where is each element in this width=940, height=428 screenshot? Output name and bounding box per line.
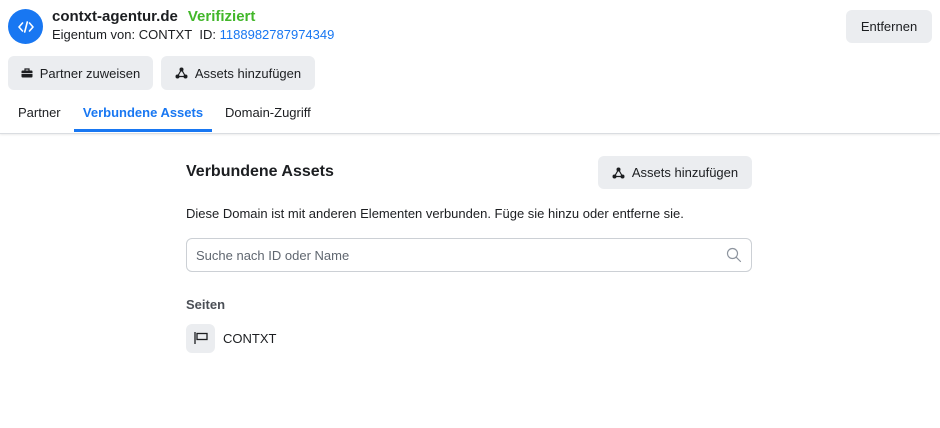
add-assets-label: Assets hinzufügen xyxy=(631,165,739,180)
domain-name: contxt-agentur.de xyxy=(52,8,178,25)
assets-icon xyxy=(175,67,188,79)
add-assets-label-header: Assets hinzufügen xyxy=(194,65,302,81)
add-assets-button-header[interactable]: Assets hinzufügen xyxy=(161,56,315,90)
verified-status: Verifiziert xyxy=(187,8,256,25)
tab-connected-assets[interactable]: Verbundene Assets xyxy=(74,96,212,132)
owner-info: Eigentum von: CONTXT ID: 118898278797434… xyxy=(52,27,334,42)
code-icon xyxy=(8,9,43,44)
section-description: Diese Domain ist mit anderen Elementen v… xyxy=(186,206,684,221)
assets-icon xyxy=(612,167,625,178)
list-item[interactable]: CONTXT xyxy=(186,323,276,353)
id-value[interactable]: 1188982787974349 xyxy=(220,27,335,42)
remove-button[interactable]: Entfernen xyxy=(846,10,932,43)
section-title: Verbundene Assets xyxy=(186,163,334,180)
remove-button-label: Entfernen xyxy=(860,19,918,34)
group-label-pages: Seiten xyxy=(186,297,226,312)
domain-title-row: contxt-agentur.de Verifiziert xyxy=(52,8,255,25)
tab-domain-access[interactable]: Domain-Zugriff xyxy=(225,96,311,132)
owner-label: Eigentum von: CONTXT xyxy=(52,27,193,42)
search-input[interactable] xyxy=(196,239,716,271)
flag-icon xyxy=(186,323,215,353)
domain-header: contxt-agentur.de Verifiziert Eigentum vo… xyxy=(0,0,940,134)
assign-partner-label: Partner zuweisen xyxy=(39,65,141,81)
page-name: CONTXT xyxy=(223,330,277,346)
briefcase-icon xyxy=(21,68,33,78)
tab-partner[interactable]: Partner xyxy=(18,96,61,132)
id-label: ID: xyxy=(199,27,217,42)
search-icon xyxy=(726,247,742,268)
search-box xyxy=(186,238,752,272)
add-assets-button[interactable]: Assets hinzufügen xyxy=(598,156,752,189)
assign-partner-button[interactable]: Partner zuweisen xyxy=(8,56,153,90)
